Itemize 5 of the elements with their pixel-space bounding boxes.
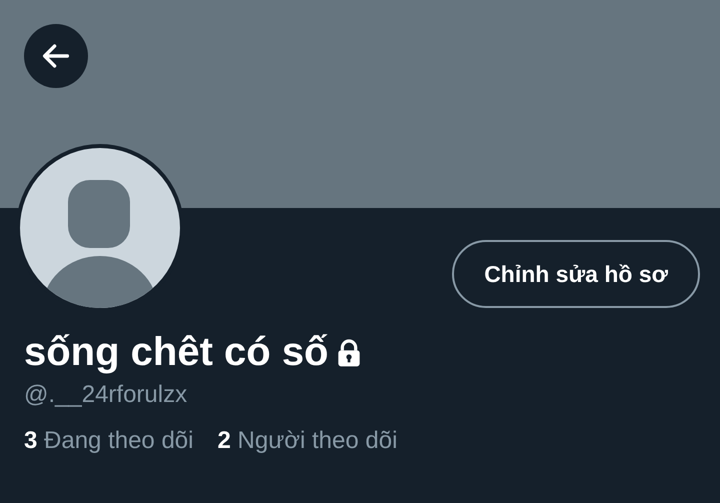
edit-profile-button[interactable]: Chỉnh sửa hồ sơ <box>452 240 700 308</box>
follow-stat-link[interactable]: 2 Người theo dõi <box>217 427 398 455</box>
display-name: sống chêt có số <box>24 330 328 375</box>
username-handle: @.__24rforulzx <box>24 381 188 409</box>
follow-stat-link[interactable]: 3 Đang theo dõi <box>24 427 194 455</box>
